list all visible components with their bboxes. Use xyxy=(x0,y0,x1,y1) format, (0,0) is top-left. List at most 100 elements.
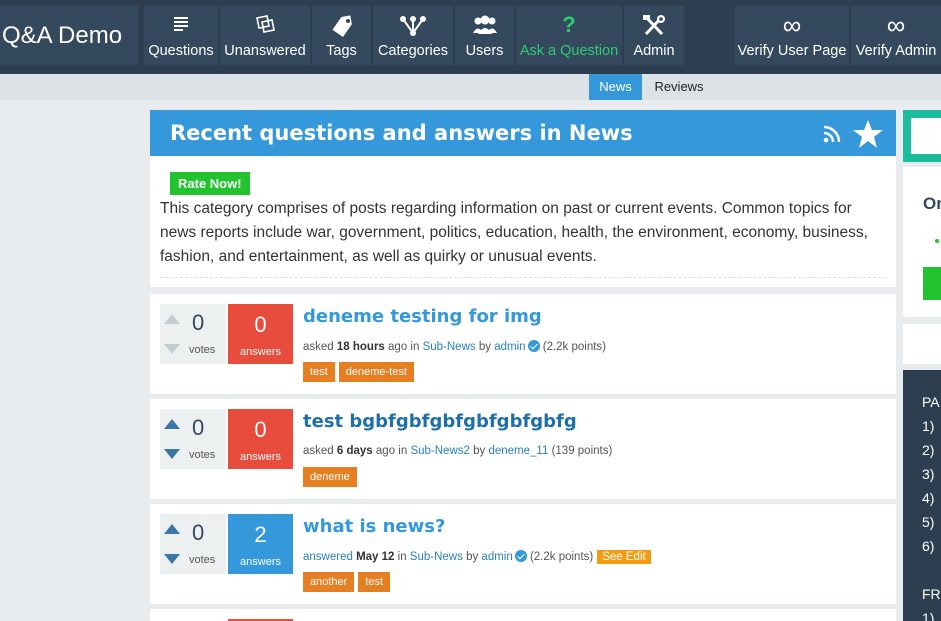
sidebar-search xyxy=(903,110,941,162)
status-dot xyxy=(935,239,939,243)
vote-up-icon[interactable] xyxy=(164,524,180,534)
category-header: Recent questions and answers in News xyxy=(150,110,896,156)
sidebar-panel: PA 1) 2) 3) 4) 5) 6) FR 1) xyxy=(903,370,941,621)
infinity-icon: ∞ xyxy=(886,10,906,40)
meta-when: 6 days xyxy=(336,445,373,457)
meta-by: by xyxy=(473,445,486,457)
meta-verb: asked xyxy=(303,341,334,353)
sidebar-panel-line[interactable]: 5) xyxy=(922,514,934,530)
answer-count: 0 xyxy=(254,312,267,337)
vote-down-icon[interactable] xyxy=(164,449,180,459)
vote-down-icon[interactable] xyxy=(164,344,180,354)
meta-user-link[interactable]: admin xyxy=(494,341,525,353)
meta-when-suffix: in xyxy=(397,551,407,563)
question-title-link[interactable]: deneme testing for img xyxy=(303,306,542,327)
rate-now-button[interactable]: Rate Now! xyxy=(170,172,250,195)
sub-navigation: News Reviews xyxy=(0,74,941,100)
nav-ask-question[interactable]: ? Ask a Question xyxy=(516,6,622,65)
infinity-icon: ∞ xyxy=(782,10,802,40)
sidebar-widget-text: Or xyxy=(923,194,941,213)
meta-points: (2.2k points) xyxy=(529,551,594,563)
sidebar-panel-line[interactable]: 3) xyxy=(922,466,934,482)
vote-count: 0 xyxy=(192,310,205,335)
nav-label: Verify User Page xyxy=(737,43,847,59)
subnav-tab-reviews[interactable]: Reviews xyxy=(646,74,712,100)
meta-by: by xyxy=(466,551,479,563)
vote-up-icon[interactable] xyxy=(164,314,180,324)
sidebar-panel-line[interactable]: 6) xyxy=(922,538,934,554)
sidebar-panel-line[interactable]: 1) xyxy=(922,418,934,434)
tag-list: another test xyxy=(303,572,394,592)
sidebar-widget: Or xyxy=(903,167,941,317)
sidebar-panel-line[interactable]: 4) xyxy=(922,490,934,506)
nav-unanswered[interactable]: Unanswered xyxy=(220,6,310,65)
vote-box: 0 votes xyxy=(160,304,226,364)
tag-icon xyxy=(312,15,371,37)
meta-when: May 12 xyxy=(356,551,395,563)
favorite-star-icon[interactable] xyxy=(852,118,884,150)
tag-link[interactable]: test xyxy=(358,572,391,592)
nav-tags[interactable]: Tags xyxy=(312,6,371,65)
tools-icon xyxy=(624,15,684,36)
question-item: 0 votes 2 answers what is news? answered… xyxy=(150,504,896,604)
tag-list: test deneme-test xyxy=(303,362,418,382)
nav-label: Admin xyxy=(633,43,675,59)
rss-icon[interactable] xyxy=(822,124,842,144)
nav-label: Categories xyxy=(377,43,449,59)
category-description: This category comprises of posts regardi… xyxy=(160,200,868,265)
question-title-link[interactable]: what is news? xyxy=(303,516,445,537)
question-title-link[interactable]: test bgbfgbfgbfgbfgbfgbfg xyxy=(303,411,577,432)
nav-questions[interactable]: Questions xyxy=(144,6,218,65)
votes-label: votes xyxy=(189,449,216,461)
nav-verify-admin[interactable]: ∞ Verify Admin xyxy=(851,6,941,65)
page-title: Recent questions and answers in News xyxy=(170,121,633,145)
sidebar-panel-line: FR xyxy=(922,586,941,602)
nav-label: Unanswered xyxy=(224,43,306,59)
meta-category-link[interactable]: Sub-News xyxy=(423,341,476,353)
nav-admin[interactable]: Admin xyxy=(624,6,684,65)
answers-label: answers xyxy=(240,451,281,463)
tag-link[interactable]: test xyxy=(303,362,335,382)
votes-label: votes xyxy=(189,554,216,566)
answers-label: answers xyxy=(240,556,281,568)
verified-badge-icon xyxy=(514,550,527,562)
nav-users[interactable]: Users xyxy=(455,6,514,65)
nav-label: Tags xyxy=(326,43,357,59)
tag-link[interactable]: deneme xyxy=(303,467,357,487)
subnav-tab-news[interactable]: News xyxy=(589,74,642,100)
site-logo[interactable]: Q&A Demo xyxy=(0,6,138,65)
sidebar-action-button[interactable] xyxy=(923,267,941,300)
meta-category-link[interactable]: Sub-News xyxy=(410,551,463,563)
meta-points: (139 points) xyxy=(551,445,613,457)
meta-when-suffix: ago in xyxy=(388,341,420,353)
category-description-panel: Rate Now! This category comprises of pos… xyxy=(150,156,896,287)
meta-verb[interactable]: answered xyxy=(303,551,353,563)
question-meta: asked 6 days ago in Sub-News2 by deneme_… xyxy=(303,445,612,457)
question-meta: answered May 12 in Sub-News by admin (2.… xyxy=(303,550,651,564)
votes-label: votes xyxy=(189,344,216,356)
question-item xyxy=(150,609,896,621)
answer-count: 2 xyxy=(254,522,267,547)
meta-user-link[interactable]: deneme_11 xyxy=(488,445,548,457)
question-item: 0 votes 0 answers deneme testing for img… xyxy=(150,294,896,394)
answers-label: answers xyxy=(240,346,281,358)
vote-up-icon[interactable] xyxy=(164,419,180,429)
answer-count-box: 0 answers xyxy=(228,304,293,364)
search-input[interactable] xyxy=(911,118,941,154)
meta-category-link[interactable]: Sub-News2 xyxy=(410,445,469,457)
tag-link[interactable]: deneme-test xyxy=(338,362,414,382)
vote-down-icon[interactable] xyxy=(164,554,180,564)
nav-label: Verify Admin xyxy=(855,43,937,59)
nav-verify-user-page[interactable]: ∞ Verify User Page xyxy=(735,6,849,65)
see-edit-badge[interactable]: See Edit xyxy=(597,550,651,564)
top-navbar: Q&A Demo Questions Unanswered Tags Categ… xyxy=(0,0,941,74)
sidebar-panel-line[interactable]: 2) xyxy=(922,442,934,458)
users-icon xyxy=(455,15,514,35)
verified-badge-icon xyxy=(527,340,540,352)
nav-categories[interactable]: Categories xyxy=(373,6,453,65)
sidebar-panel-line[interactable]: 1) xyxy=(922,610,934,621)
meta-when: 18 hours xyxy=(336,341,385,353)
tag-link[interactable]: another xyxy=(303,572,355,592)
vote-count: 0 xyxy=(192,415,205,440)
meta-user-link[interactable]: admin xyxy=(481,551,512,563)
